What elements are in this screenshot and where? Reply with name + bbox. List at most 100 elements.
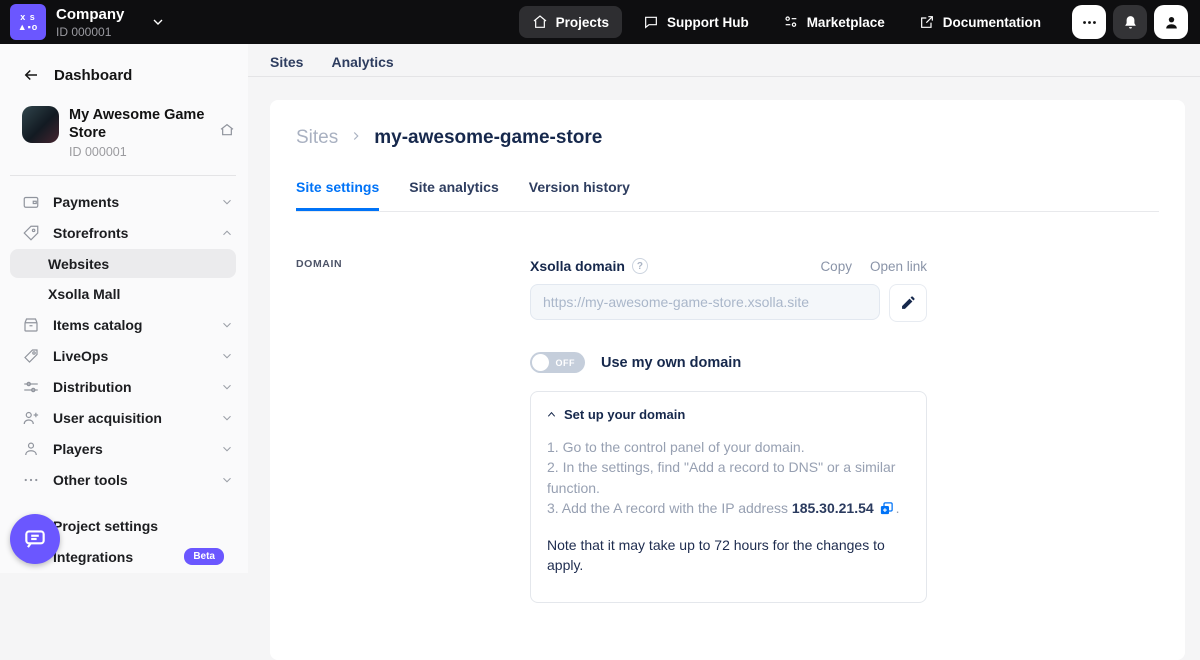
sidebar-item-xsolla-mall[interactable]: Xsolla Mall <box>10 279 236 308</box>
chat-icon <box>22 526 48 552</box>
tab-version-history[interactable]: Version history <box>529 179 630 211</box>
project-header[interactable]: My Awesome Game Store ID 000001 <box>0 84 248 159</box>
page-tabs: Sites Analytics <box>248 44 1200 77</box>
nav-marketplace-label: Marketplace <box>807 15 885 30</box>
chevron-down-icon <box>220 318 234 332</box>
sidebar-item-user-acquisition[interactable]: User acquisition <box>0 402 248 433</box>
nav-support-hub[interactable]: Support Hub <box>630 6 762 38</box>
chevron-right-icon <box>349 127 363 149</box>
pencil-icon <box>900 295 916 311</box>
chat-icon <box>643 14 659 30</box>
sidebar-item-storefronts[interactable]: Storefronts <box>0 217 248 248</box>
domain-section-label: DOMAIN <box>296 258 530 270</box>
domain-section: DOMAIN Xsolla domain ? Copy Open link <box>296 258 1159 603</box>
user-icon <box>1163 14 1180 31</box>
sidebar-item-payments[interactable]: Payments <box>0 186 248 217</box>
page-tab-analytics[interactable]: Analytics <box>331 54 393 76</box>
ellipsis-icon <box>1081 14 1098 31</box>
notifications-button[interactable] <box>1113 5 1147 39</box>
wallet-icon <box>22 193 40 211</box>
sidebar-item-liveops[interactable]: LiveOps <box>0 340 248 371</box>
back-to-dashboard[interactable]: Dashboard <box>0 44 248 84</box>
nav-marketplace[interactable]: Marketplace <box>770 6 898 38</box>
sidebar: Dashboard My Awesome Game Store ID 00000… <box>0 44 248 573</box>
xsolla-domain-label: Xsolla domain <box>530 258 625 274</box>
chevron-up-icon <box>546 409 557 420</box>
breadcrumb: Sites my-awesome-game-store <box>296 127 1159 149</box>
topbar: x s▲▪o Company ID 000001 Projects Suppor… <box>0 0 1200 44</box>
setup-note: Note that it may take up to 72 hours for… <box>547 535 910 576</box>
beta-badge: Beta <box>184 548 224 565</box>
ellipsis-icon <box>22 471 40 489</box>
setup-step-1: 1. Go to the control panel of your domai… <box>547 437 910 457</box>
arrow-left-icon <box>22 66 40 84</box>
breadcrumb-current: my-awesome-game-store <box>374 127 602 149</box>
external-link-icon <box>919 14 935 30</box>
setup-steps: 1. Go to the control panel of your domai… <box>546 437 910 576</box>
nav-documentation[interactable]: Documentation <box>906 6 1054 38</box>
sidebar-item-websites[interactable]: Websites <box>10 249 236 278</box>
topbar-actions <box>1072 5 1200 39</box>
project-id: ID 000001 <box>69 145 219 159</box>
chevron-down-icon <box>220 442 234 456</box>
main-content: Sites Analytics Sites my-awesome-game-st… <box>248 44 1200 573</box>
site-settings-card: Sites my-awesome-game-store Site setting… <box>270 100 1185 660</box>
setup-step-3: 3. Add the A record with the IP address … <box>547 498 910 521</box>
sidebar-item-distribution[interactable]: Distribution <box>0 371 248 402</box>
person-icon <box>22 440 40 458</box>
tag-icon <box>22 224 40 242</box>
chevron-up-icon <box>220 226 234 240</box>
toggle-state: OFF <box>556 358 576 368</box>
chevron-down-icon <box>220 380 234 394</box>
chevron-down-icon[interactable] <box>150 14 166 30</box>
company-id: ID 000001 <box>56 25 124 39</box>
tab-site-analytics[interactable]: Site analytics <box>409 179 499 211</box>
open-link[interactable]: Open link <box>870 259 927 274</box>
copy-ip-icon[interactable] <box>879 501 894 521</box>
sidebar-item-players[interactable]: Players <box>0 433 248 464</box>
xsolla-logo-icon: x s▲▪o <box>10 4 46 40</box>
project-name: My Awesome Game Store <box>69 106 219 142</box>
copy-link[interactable]: Copy <box>820 259 852 274</box>
setup-domain-title: Set up your domain <box>564 407 685 422</box>
setup-domain-header[interactable]: Set up your domain <box>546 407 910 422</box>
bell-icon <box>1122 14 1139 31</box>
user-plus-icon <box>22 409 40 427</box>
dashboard-label: Dashboard <box>54 67 132 84</box>
chevron-down-icon <box>220 195 234 209</box>
chevron-down-icon <box>220 349 234 363</box>
sliders-icon <box>22 378 40 396</box>
nav-support-hub-label: Support Hub <box>667 15 749 30</box>
page-tab-sites[interactable]: Sites <box>270 54 303 76</box>
nav-documentation-label: Documentation <box>943 15 1041 30</box>
own-domain-label: Use my own domain <box>601 355 741 371</box>
box-icon <box>22 316 40 334</box>
setup-domain-panel: Set up your domain 1. Go to the control … <box>530 391 927 603</box>
edit-domain-button[interactable] <box>889 284 927 322</box>
project-avatar <box>22 106 59 143</box>
sidebar-item-other-tools[interactable]: Other tools <box>0 464 248 495</box>
breadcrumb-sites[interactable]: Sites <box>296 127 338 149</box>
nav-projects-label: Projects <box>556 15 609 30</box>
xsolla-domain-input[interactable] <box>530 284 880 320</box>
topbar-nav: Projects Support Hub Marketplace Documen… <box>519 6 1054 38</box>
company-name: Company <box>56 6 124 23</box>
help-icon[interactable]: ? <box>632 258 648 274</box>
sidebar-item-items-catalog[interactable]: Items catalog <box>0 309 248 340</box>
setup-step-2: 2. In the settings, find "Add a record t… <box>547 457 910 498</box>
tag-icon <box>22 347 40 365</box>
sidebar-divider <box>10 175 236 176</box>
nav-projects[interactable]: Projects <box>519 6 622 38</box>
tab-site-settings[interactable]: Site settings <box>296 179 379 211</box>
account-button[interactable] <box>1154 5 1188 39</box>
home-icon[interactable] <box>219 122 235 159</box>
toggle-knob <box>532 354 549 371</box>
company-switcher[interactable]: x s▲▪o Company ID 000001 <box>0 4 166 40</box>
ip-address: 185.30.21.54 <box>792 500 874 516</box>
own-domain-toggle[interactable]: OFF <box>530 352 585 373</box>
chat-widget-button[interactable] <box>10 514 60 564</box>
marketplace-icon <box>783 14 799 30</box>
home-icon <box>532 14 548 30</box>
more-button[interactable] <box>1072 5 1106 39</box>
chevron-down-icon <box>220 411 234 425</box>
